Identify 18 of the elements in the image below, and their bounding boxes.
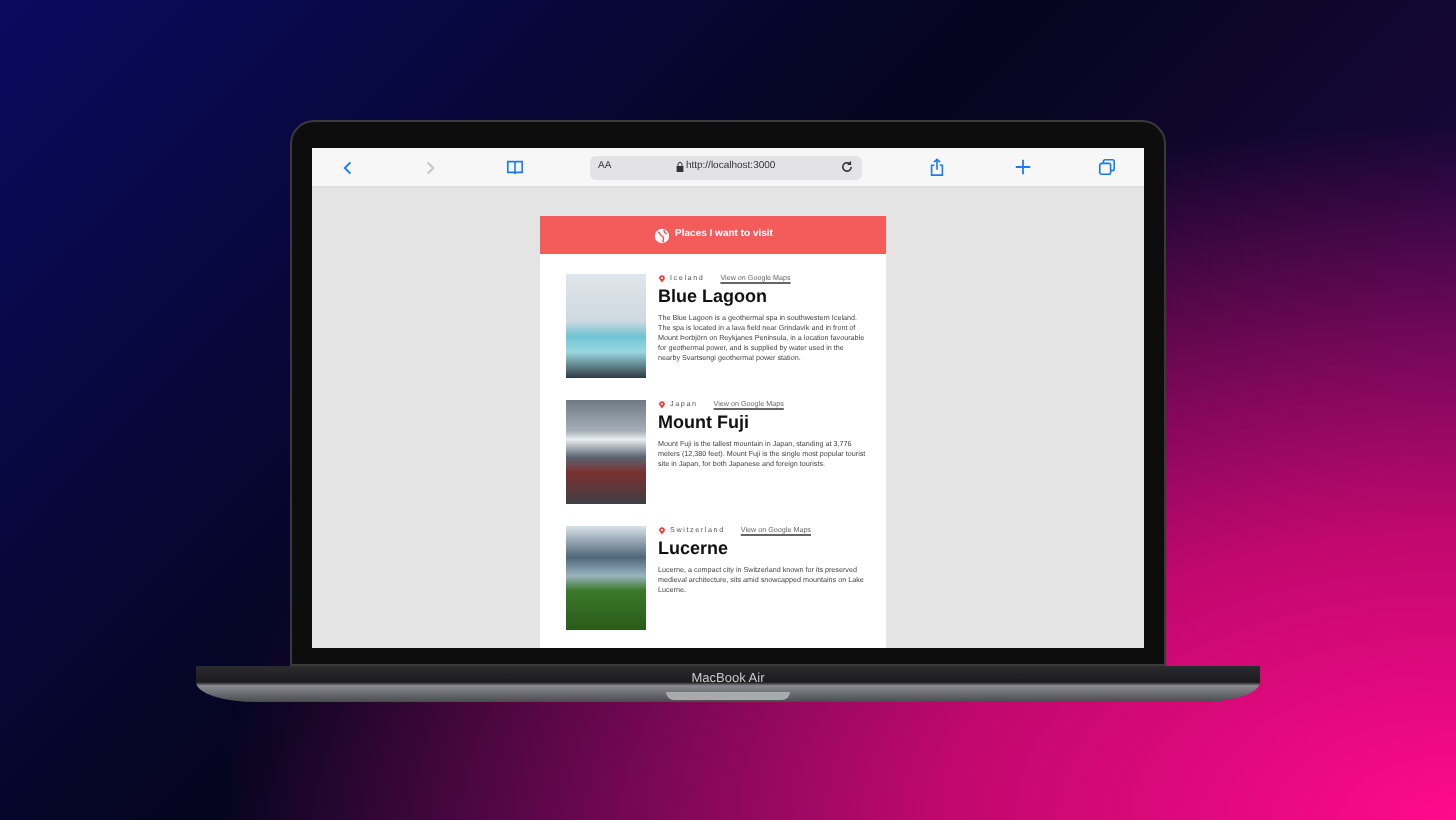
share-icon[interactable] <box>928 158 947 176</box>
photo-placeholder <box>566 274 646 378</box>
photo-placeholder <box>566 400 646 504</box>
plus-icon[interactable] <box>1013 158 1032 176</box>
place-title: Blue Lagoon <box>658 288 769 309</box>
place-title: Mount Fuji <box>658 414 751 435</box>
place-title: Lucerne <box>658 540 731 561</box>
pin-icon <box>658 400 666 411</box>
tabs-icon[interactable] <box>1097 158 1116 176</box>
reload-icon[interactable] <box>839 160 854 174</box>
back-icon[interactable] <box>340 159 356 175</box>
globe-icon <box>653 227 670 243</box>
pin-icon <box>658 526 666 537</box>
book-icon[interactable] <box>505 158 524 176</box>
lock-icon <box>675 162 684 172</box>
hinge-notch <box>666 691 790 700</box>
photo-placeholder <box>566 526 646 630</box>
pin-icon <box>658 274 666 285</box>
